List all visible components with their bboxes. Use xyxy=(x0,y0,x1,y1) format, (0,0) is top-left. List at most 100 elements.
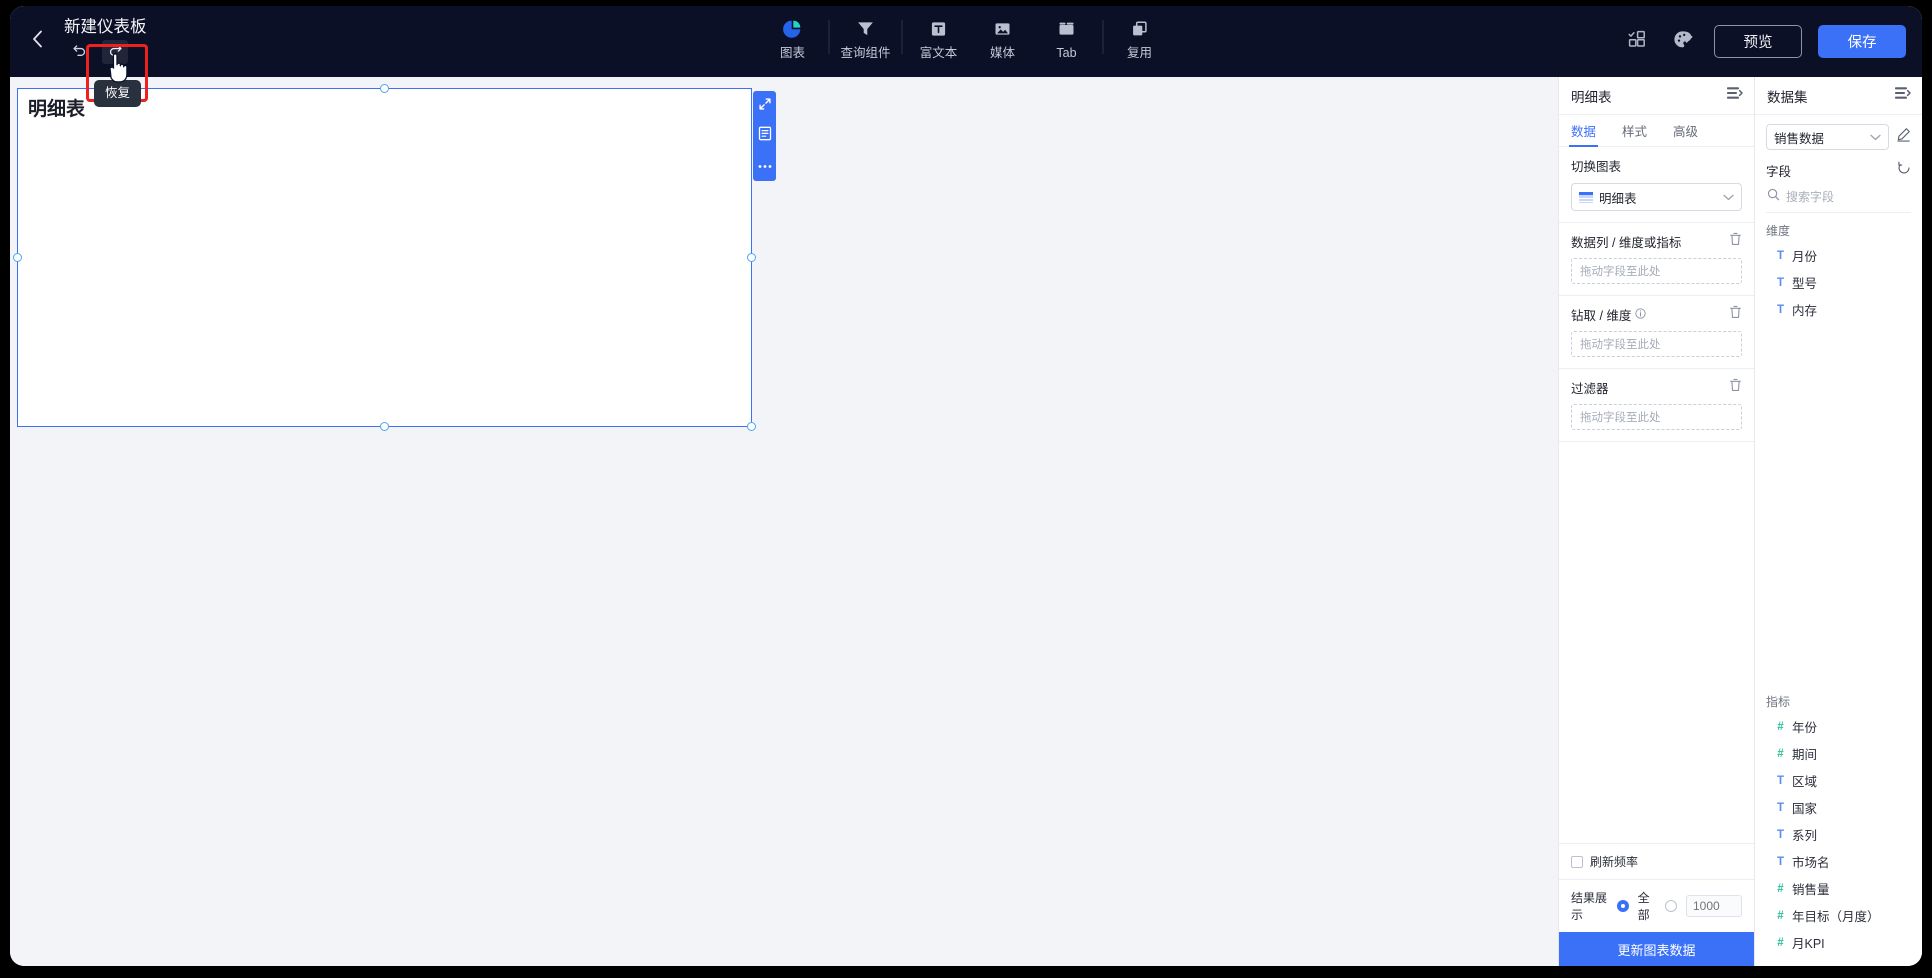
switch-chart-value: 明细表 xyxy=(1599,191,1637,206)
metrics-block: 指标 # 年份 # 期间 T 区域 T 国家 T 系列 T 市场名 # 销售量 … xyxy=(1766,684,1911,966)
topbar-actions: 预览 保存 xyxy=(1622,6,1906,77)
filter-header: 过滤器 xyxy=(1571,378,1742,397)
tool-query-component[interactable]: 查询组件 xyxy=(834,14,898,60)
dataset-panel-header: 数据集 xyxy=(1755,77,1922,115)
tab-icon xyxy=(1057,18,1077,40)
config-panel-spacer xyxy=(1559,442,1754,843)
result-limit-input[interactable] xyxy=(1686,895,1742,917)
drill-dropzone[interactable]: 拖动字段至此处 xyxy=(1571,331,1742,357)
dataset-panel-title: 数据集 xyxy=(1767,89,1808,105)
tool-chart-label: 图表 xyxy=(779,46,805,60)
list-item[interactable]: # 月KPI xyxy=(1766,929,1911,956)
top-bar: 新建仪表板 图表 查询组件 富文本 媒体 Tab 复用 预览 保存 恢复 xyxy=(10,6,1922,107)
metrics-title: 指标 xyxy=(1766,695,1791,709)
data-columns-section: 数据列 / 维度或指标 拖动字段至此处 xyxy=(1559,223,1754,296)
copy-reuse-icon xyxy=(1130,18,1150,40)
tool-media[interactable]: 媒体 xyxy=(971,14,1035,60)
list-item[interactable]: T 内存 xyxy=(1766,296,1911,323)
field-name: 型号 xyxy=(1792,277,1818,291)
tab-style[interactable]: 样式 xyxy=(1622,115,1647,147)
list-item[interactable]: T 型号 xyxy=(1766,269,1911,296)
collapse-panel-icon[interactable] xyxy=(1894,86,1911,105)
funnel-filter-icon xyxy=(856,18,876,40)
tab-data[interactable]: 数据 xyxy=(1568,115,1599,147)
back-button[interactable] xyxy=(20,25,54,59)
tool-rich-text[interactable]: 富文本 xyxy=(907,14,971,60)
list-item[interactable]: T 市场名 xyxy=(1766,848,1911,875)
tool-rich-text-label: 富文本 xyxy=(919,46,958,60)
tool-reuse[interactable]: 复用 xyxy=(1108,14,1172,60)
result-limit-radio[interactable] xyxy=(1665,900,1677,912)
pencil-edit-icon[interactable] xyxy=(1896,127,1911,147)
result-all-radio[interactable] xyxy=(1616,900,1629,912)
collapse-panel-icon[interactable] xyxy=(1726,86,1743,105)
save-button[interactable]: 保存 xyxy=(1818,25,1906,58)
details-icon xyxy=(758,126,772,146)
widget-expand-button[interactable] xyxy=(756,98,773,115)
trash-icon[interactable] xyxy=(1729,305,1742,324)
config-panel-header: 明细表 xyxy=(1559,77,1754,115)
trash-icon[interactable] xyxy=(1729,232,1742,251)
select-components-button[interactable] xyxy=(1622,27,1652,57)
drill-header: 钻取 / 维度 xyxy=(1571,305,1742,324)
filter-label: 过滤器 xyxy=(1571,382,1609,396)
field-type-text-icon: T xyxy=(1776,249,1785,262)
field-search-row[interactable] xyxy=(1766,186,1911,213)
toolbar-divider xyxy=(828,20,830,54)
list-item[interactable]: # 年目标（月度） xyxy=(1766,902,1911,929)
switch-chart-select[interactable]: 明细表 xyxy=(1571,183,1742,211)
result-all-label: 全部 xyxy=(1637,891,1650,922)
refresh-icon[interactable] xyxy=(1897,161,1911,180)
update-chart-data-button[interactable]: 更新图表数据 xyxy=(1559,932,1754,966)
list-item[interactable]: # 销售量 xyxy=(1766,875,1911,902)
refresh-frequency-row: 刷新频率 xyxy=(1559,843,1754,879)
fields-title: 字段 xyxy=(1766,165,1792,179)
widget-more-button[interactable] xyxy=(756,156,773,173)
tool-tab[interactable]: Tab xyxy=(1035,14,1099,60)
trash-icon[interactable] xyxy=(1729,378,1742,397)
tab-advanced[interactable]: 高级 xyxy=(1673,115,1698,147)
drill-label: 钻取 / 维度 xyxy=(1571,309,1632,323)
list-item[interactable]: T 系列 xyxy=(1766,821,1911,848)
tool-chart[interactable]: 图表 xyxy=(761,14,825,60)
dataset-select[interactable]: 销售数据 xyxy=(1766,124,1889,150)
data-columns-header: 数据列 / 维度或指标 xyxy=(1571,232,1742,251)
list-item[interactable]: T 区域 xyxy=(1766,767,1911,794)
resize-handle-right[interactable] xyxy=(747,252,756,262)
widget-detail-table[interactable]: 明细表 xyxy=(13,84,776,431)
list-item[interactable]: T 国家 xyxy=(1766,794,1911,821)
toolbar-divider xyxy=(901,20,903,54)
preview-button[interactable]: 预览 xyxy=(1714,25,1802,58)
list-item[interactable]: # 年份 xyxy=(1766,713,1911,740)
detail-table-icon xyxy=(1579,191,1593,203)
chevron-down-icon xyxy=(1870,130,1881,144)
app-window: 新建仪表板 图表 查询组件 富文本 媒体 Tab 复用 预览 保存 恢复 明细表… xyxy=(10,6,1922,966)
list-item[interactable]: # 期间 xyxy=(1766,740,1911,767)
data-columns-dropzone[interactable]: 拖动字段至此处 xyxy=(1571,258,1742,284)
search-input[interactable] xyxy=(1786,190,1910,204)
field-name: 月份 xyxy=(1792,250,1818,264)
field-name: 年目标（月度） xyxy=(1792,910,1880,924)
info-icon[interactable] xyxy=(1635,307,1647,322)
field-type-text-icon: T xyxy=(1776,828,1785,841)
theme-button[interactable] xyxy=(1668,27,1698,57)
redo-button[interactable] xyxy=(102,40,128,64)
list-item[interactable]: T 月份 xyxy=(1766,242,1911,269)
config-tabs: 数据 样式 高级 xyxy=(1559,115,1754,147)
history-buttons xyxy=(64,40,147,64)
filter-dropzone[interactable]: 拖动字段至此处 xyxy=(1571,404,1742,430)
widget-details-button[interactable] xyxy=(756,126,773,146)
rich-text-icon xyxy=(929,18,949,40)
resize-handle-bottom[interactable] xyxy=(379,422,389,431)
resize-handle-bottom-right[interactable] xyxy=(747,422,756,431)
insert-toolbar: 图表 查询组件 富文本 媒体 Tab 复用 xyxy=(761,14,1172,70)
refresh-frequency-checkbox[interactable] xyxy=(1571,855,1583,868)
dashboard-canvas[interactable]: 明细表 xyxy=(10,77,1558,966)
resize-handle-left[interactable] xyxy=(13,252,22,262)
undo-button[interactable] xyxy=(66,40,92,64)
resize-handle-top[interactable] xyxy=(379,84,389,93)
field-name: 期间 xyxy=(1792,748,1818,762)
pie-chart-icon xyxy=(783,18,803,40)
dataset-panel: 数据集 销售数据 字段 搜索字段 维度 T 月份 T 型号 T 内存 指标 # … xyxy=(1754,77,1922,966)
field-type-number-icon: # xyxy=(1777,882,1784,895)
